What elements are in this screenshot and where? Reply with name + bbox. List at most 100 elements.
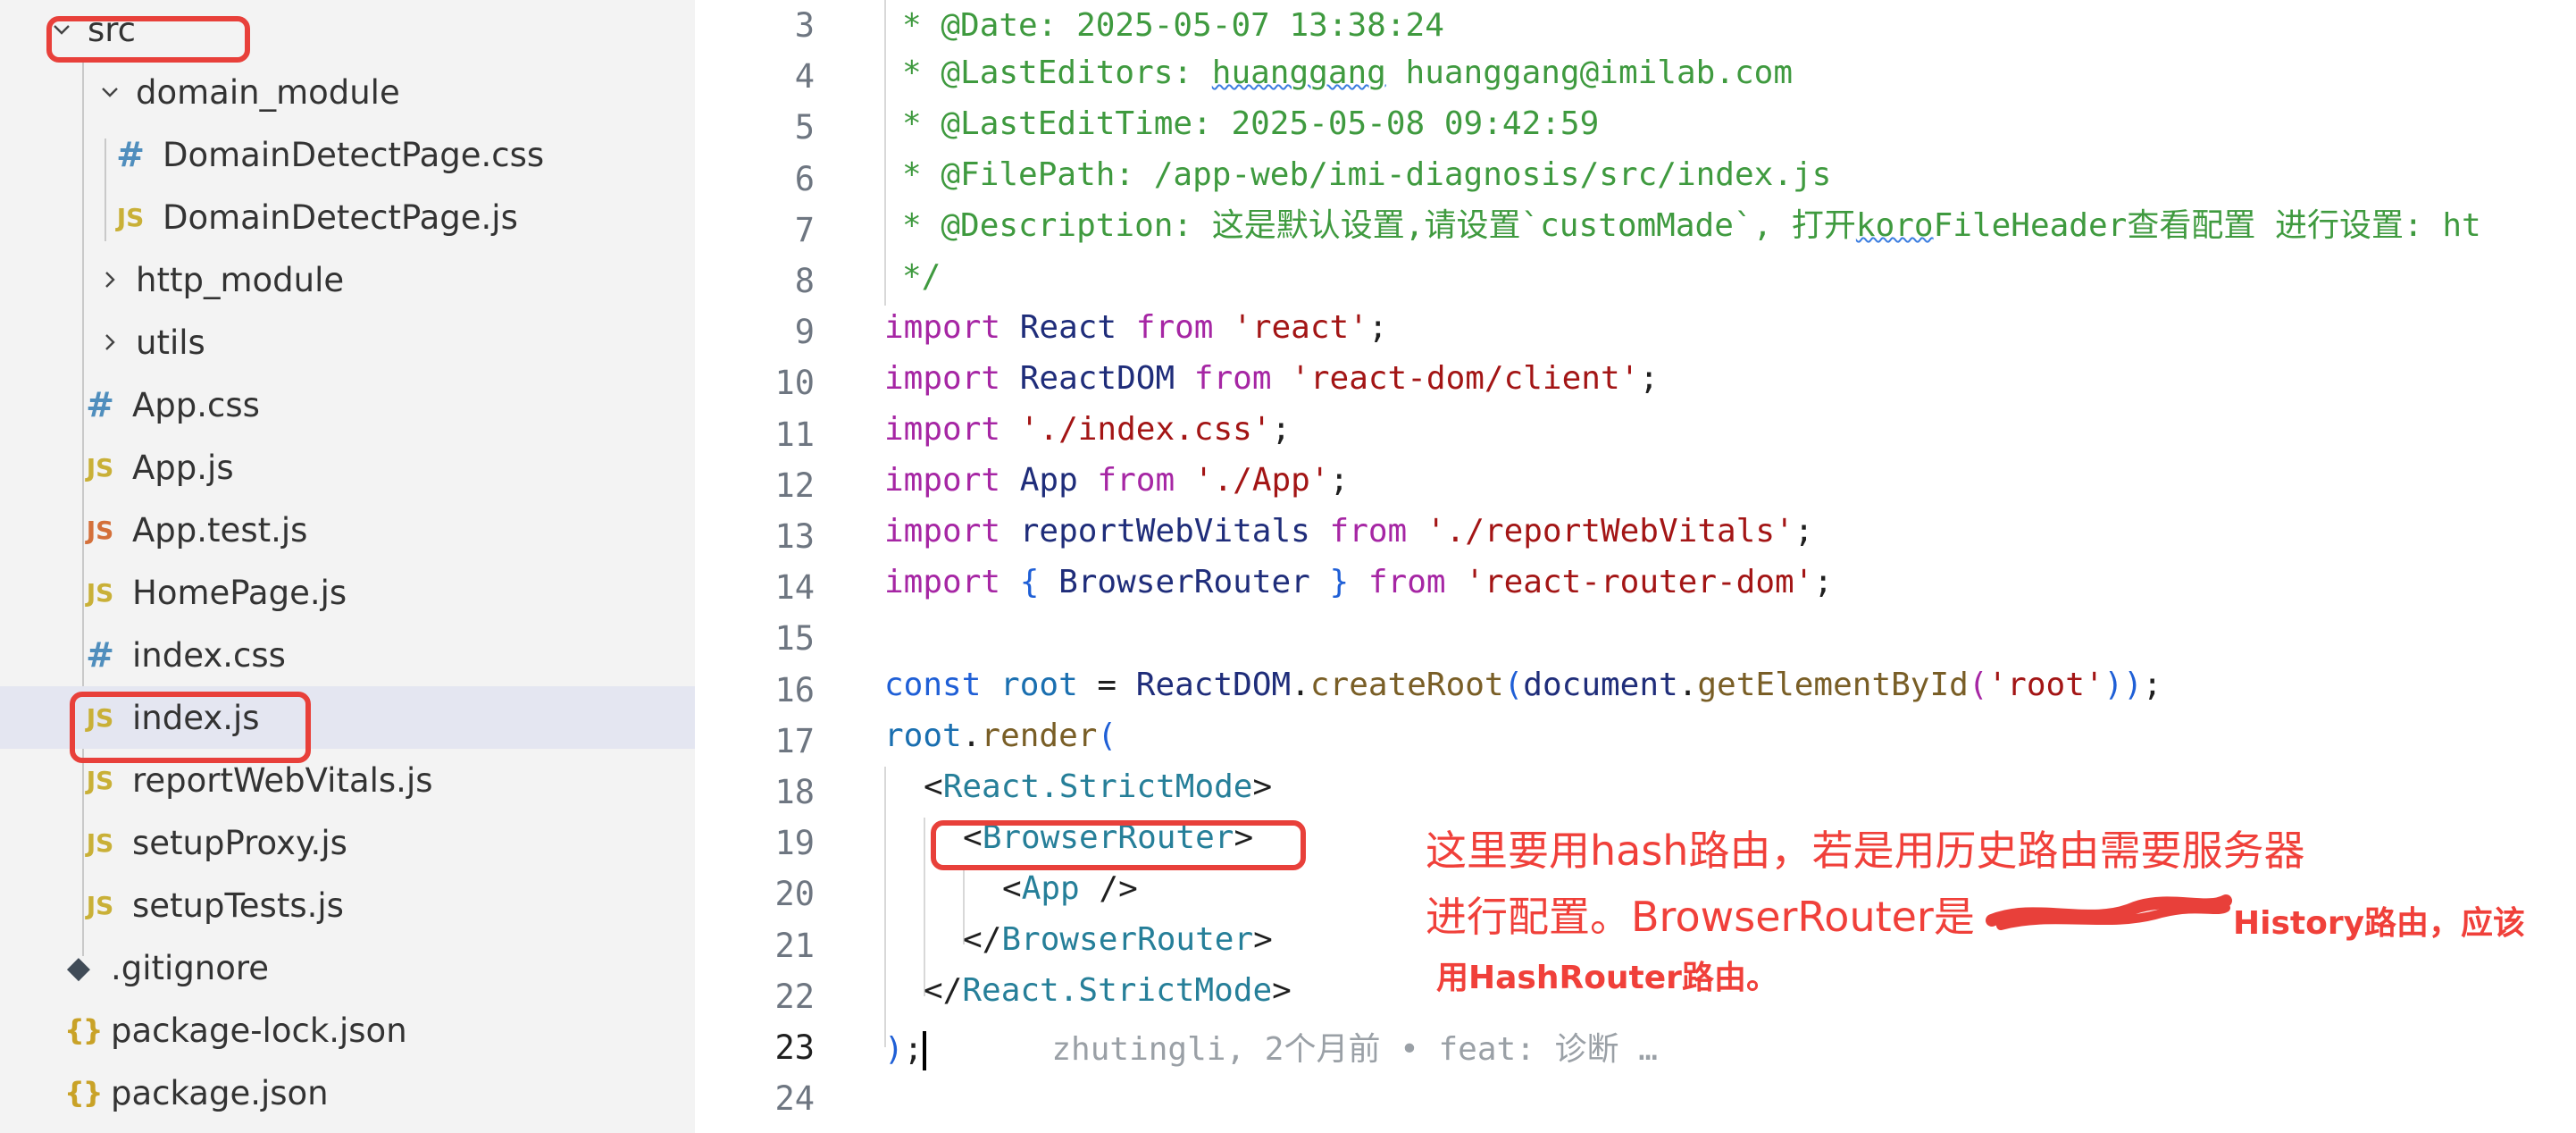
tree-item-label: App.test.js xyxy=(132,510,308,550)
css-file-icon: # xyxy=(86,385,114,424)
code-line-14: import { BrowserRouter } from 'react-rou… xyxy=(884,564,1834,600)
line-number-gutter: 3 4 5 6 7 8 9 10 11 12 13 14 15 16 17 18 19 20 21 22 23 24 xyxy=(732,0,815,1133)
tree-item-homepage-js[interactable]: JS HomePage.js xyxy=(0,561,695,624)
code-line-20: <App /> xyxy=(1002,870,1138,907)
code-line-16: const root = ReactDOM.createRoot(documen… xyxy=(884,667,2162,703)
tree-item-label: HomePage.js xyxy=(132,573,347,612)
code-line-23: ); zhutingli, 2个月前 • feat: 诊断 … xyxy=(884,1024,1658,1075)
line-number: 23 xyxy=(774,1028,815,1067)
code-line-11: import './index.css'; xyxy=(884,411,1292,448)
js-file-icon: JS xyxy=(86,577,114,608)
tree-item-label: App.css xyxy=(132,385,260,424)
tree-item-label: index.css xyxy=(132,635,286,675)
line-number: 3 xyxy=(794,6,815,45)
highlight-src-folder xyxy=(46,16,250,63)
annotation-line-2a: 进行配置。BrowserRouter是 xyxy=(1426,893,1975,941)
chevron-down-icon xyxy=(96,82,123,102)
chevron-right-icon xyxy=(96,270,123,290)
line-number: 21 xyxy=(774,926,815,965)
code-line-8: */ xyxy=(902,258,941,295)
js-file-icon: JS xyxy=(86,452,114,483)
code-line-9: import React from 'react'; xyxy=(884,309,1388,346)
line-number: 18 xyxy=(774,773,815,811)
line-number: 24 xyxy=(774,1079,815,1119)
line-number: 8 xyxy=(794,262,815,300)
line-number: 13 xyxy=(774,517,815,556)
tree-item-setuptests-js[interactable]: JS setupTests.js xyxy=(0,874,695,936)
line-number: 5 xyxy=(794,108,815,147)
tree-item-http-module[interactable]: http_module xyxy=(0,248,695,311)
code-line-7: * @Description: 这是默认设置,请设置`customMade`, … xyxy=(902,207,2481,244)
highlight-index-js xyxy=(70,692,311,763)
line-number: 20 xyxy=(774,875,815,914)
line-number: 4 xyxy=(794,57,815,97)
indent-guide xyxy=(884,767,886,1047)
json-file-icon: {} xyxy=(64,1013,104,1047)
line-number: 17 xyxy=(774,721,815,760)
text-cursor xyxy=(923,1031,927,1070)
js-file-icon: JS xyxy=(86,765,114,795)
line-number: 11 xyxy=(774,415,815,454)
scribble-redaction xyxy=(1986,894,2232,930)
annotation-line-3: 用HashRouter路由。 xyxy=(1436,960,1778,996)
js-file-icon: JS xyxy=(116,202,145,232)
json-file-icon: {} xyxy=(64,1076,104,1110)
code-line-18: <React.StrictMode> xyxy=(924,768,1273,805)
tree-item-app-css[interactable]: # App.css xyxy=(0,373,695,436)
line-number: 22 xyxy=(774,977,815,1016)
tree-item-label: DomainDetectPage.js xyxy=(163,197,518,237)
git-blame-annotation: zhutingli, 2个月前 • feat: 诊断 … xyxy=(1051,1031,1658,1068)
tree-item-label: package-lock.json xyxy=(111,1011,407,1050)
code-line-3: * @Date: 2025-05-07 13:38:24 xyxy=(902,7,1444,44)
js-file-icon: JS xyxy=(86,515,114,545)
tree-item-domaindetectpage-css[interactable]: # DomainDetectPage.css xyxy=(0,123,695,186)
code-line-4: * @LastEditors: huanggang huanggang@imil… xyxy=(902,55,1794,91)
js-file-icon: JS xyxy=(86,890,114,920)
line-number: 9 xyxy=(794,313,815,352)
line-number: 16 xyxy=(774,670,815,709)
tree-item-domain-module[interactable]: domain_module xyxy=(0,61,695,123)
line-number: 15 xyxy=(774,619,815,659)
file-explorer: src domain_module # DomainDetectPage.css JS D… xyxy=(0,0,695,1133)
line-number: 7 xyxy=(794,210,815,249)
line-number: 14 xyxy=(774,568,815,608)
tree-item-label: domain_module xyxy=(136,72,400,112)
code-line-6: * @FilePath: /app-web/imi-diagnosis/src/… xyxy=(902,156,1832,193)
code-line-5: * @LastEditTime: 2025-05-08 09:42:59 xyxy=(902,105,1600,142)
tree-item-app-js[interactable]: JS App.js xyxy=(0,436,695,499)
tree-item-label: DomainDetectPage.css xyxy=(163,135,545,174)
tree-item-label: package.json xyxy=(111,1073,329,1112)
tree-item-label: http_module xyxy=(136,260,345,299)
css-file-icon: # xyxy=(116,135,145,174)
line-number: 6 xyxy=(794,159,815,198)
code-line-13: import reportWebVitals from './reportWeb… xyxy=(884,513,1814,550)
code-line-10: import ReactDOM from 'react-dom/client'; xyxy=(884,360,1659,397)
code-line-17: root.render( xyxy=(884,718,1117,754)
tree-item-utils[interactable]: utils xyxy=(0,311,695,373)
code-line-22: </React.StrictMode> xyxy=(924,972,1292,1009)
tree-item-index-css[interactable]: # index.css xyxy=(0,624,695,686)
tree-item-label: reportWebVitals.js xyxy=(132,760,433,800)
tree-item-app-test-js[interactable]: JS App.test.js xyxy=(0,499,695,561)
tree-item-package-json[interactable]: {} package.json xyxy=(0,1062,695,1124)
tree-item-label: setupProxy.js xyxy=(132,823,347,862)
tree-item-setupproxy-js[interactable]: JS setupProxy.js xyxy=(0,811,695,874)
highlight-browser-router xyxy=(931,820,1306,870)
js-file-icon: JS xyxy=(86,827,114,858)
line-number: 10 xyxy=(774,364,815,403)
tree-item-label: App.js xyxy=(132,448,234,487)
annotation-line-1: 这里要用hash路由，若是用历史路由需要服务器 xyxy=(1426,827,2305,875)
tree-item-package-lock-json[interactable]: {} package-lock.json xyxy=(0,999,695,1062)
tree-item-label: utils xyxy=(136,323,205,362)
annotation-line-2b: History路由，应该 xyxy=(2233,905,2526,942)
tree-item--gitignore[interactable]: ◆ .gitignore xyxy=(0,936,695,999)
line-number: 12 xyxy=(774,466,815,505)
indent-guide xyxy=(884,0,886,306)
git-icon: ◆ xyxy=(66,950,91,986)
css-file-icon: # xyxy=(86,635,114,675)
code-line-12: import App from './App'; xyxy=(884,462,1350,499)
tree-item-domaindetectpage-js[interactable]: JS DomainDetectPage.js xyxy=(0,186,695,248)
tree-item-label: .gitignore xyxy=(111,948,270,987)
tree-item-label: setupTests.js xyxy=(132,885,344,925)
line-number: 19 xyxy=(774,824,815,863)
